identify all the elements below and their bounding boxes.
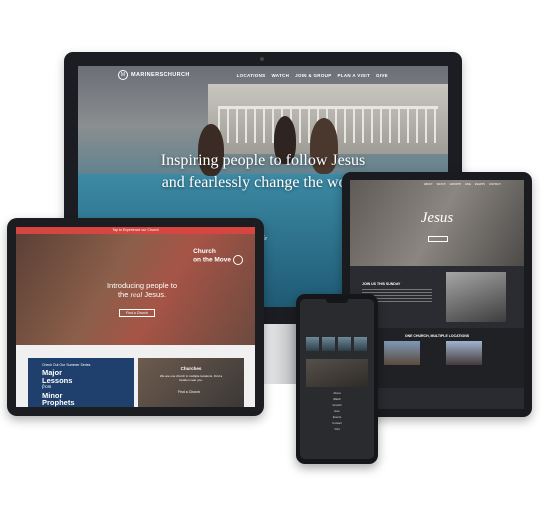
phone-menu-item[interactable]: Visit — [300, 427, 374, 433]
nav-join-group[interactable]: JOIN & GROUP — [295, 73, 331, 78]
card-kicker: Check Out Our Summer Series — [42, 363, 91, 367]
phone-website-screen: About Watch Growth Give Events Contact V… — [300, 299, 374, 459]
announcement-banner[interactable]: Tap to Experience our Church — [16, 227, 255, 234]
hero-headline: Introducing people to the real Jesus. — [92, 281, 192, 299]
churches-card-title: Churches — [180, 366, 202, 371]
nav-item[interactable]: ABOUT — [424, 183, 433, 186]
video-thumbnail[interactable] — [354, 337, 367, 351]
tablet-landscape: Tap to Experience our Church Church on t… — [7, 218, 264, 416]
summer-series-card[interactable]: Check Out Our Summer Series Major Lesson… — [28, 358, 134, 407]
join-heading: JOIN US THIS SUNDAY — [362, 282, 401, 286]
nav-give[interactable]: GIVE — [376, 73, 388, 78]
card-title: Major Lessons from Minor Prophets — [42, 369, 75, 407]
desktop-navbar: M MARINERSCHURCH LOCATIONS WATCH JOIN & … — [78, 66, 448, 84]
join-photo — [446, 272, 506, 322]
hero-headline-a: Introducing people to — [106, 281, 178, 290]
brand-name: MARINERSCHURCH — [131, 72, 190, 78]
phone-feature-image — [306, 359, 368, 387]
church-on-the-move-logo[interactable]: Church on the Move — [193, 248, 243, 265]
nav-locations[interactable]: LOCATIONS — [237, 73, 266, 78]
hero-button[interactable] — [428, 236, 448, 242]
site-logo[interactable]: M MARINERSCHURCH — [118, 70, 190, 80]
hero-headline-b-post: Jesus. — [142, 290, 167, 299]
nav-item[interactable]: GROWTH — [450, 183, 461, 186]
hero-headline-emphasis: real — [130, 290, 143, 299]
card-title-line: Prophets — [42, 398, 75, 407]
video-thumbnail[interactable] — [338, 337, 351, 351]
churches-card-desc: We are one church in multiple locations.… — [159, 374, 223, 382]
nav-item[interactable]: EVENTS — [475, 183, 485, 186]
hero-headline-line1: Inspiring people to follow Jesus — [160, 152, 366, 169]
logo-line1: Church — [193, 248, 216, 255]
nav-item[interactable]: CONTACT — [489, 183, 501, 186]
hero-jesus-word: Jesus — [420, 210, 454, 226]
location-photo[interactable] — [446, 341, 482, 365]
tablet-website-screen: Tap to Experience our Church Church on t… — [16, 227, 255, 407]
hero-section: Church on the Move Introducing people to… — [16, 234, 255, 345]
phone-notch — [326, 299, 348, 303]
nav-item[interactable]: GIVE — [465, 183, 471, 186]
video-thumbnail[interactable] — [306, 337, 319, 351]
churches-card[interactable]: Churches We are one church in multiple l… — [138, 358, 244, 407]
tablet-navbar: ABOUT WATCH GROWTH GIVE EVENTS CONTACT — [350, 180, 524, 188]
logo-mark-icon: M — [118, 70, 128, 80]
camera-dot — [260, 57, 264, 61]
location-photo[interactable] — [384, 341, 420, 365]
churches-card-button[interactable]: Find a Church — [178, 390, 200, 394]
logo-ring-icon — [233, 255, 243, 265]
nav-plan-visit[interactable]: PLAN A VISIT — [338, 73, 371, 78]
desktop-menu: LOCATIONS WATCH JOIN & GROUP PLAN A VISI… — [237, 73, 388, 78]
find-church-button[interactable]: Find a Church — [119, 309, 155, 317]
logo-line2: on the Move — [193, 256, 231, 264]
card-title-line: Lessons — [42, 375, 73, 385]
jesus-hero-section: ABOUT WATCH GROWTH GIVE EVENTS CONTACT J… — [350, 180, 524, 266]
feature-cards: Check Out Our Summer Series Major Lesson… — [16, 345, 255, 407]
nav-watch[interactable]: WATCH — [271, 73, 289, 78]
hero-headline-b-pre: the — [117, 290, 131, 299]
video-thumbnail[interactable] — [322, 337, 335, 351]
smartphone: About Watch Growth Give Events Contact V… — [296, 294, 378, 464]
nav-item[interactable]: WATCH — [437, 183, 446, 186]
phone-menu: About Watch Growth Give Events Contact V… — [300, 391, 374, 433]
